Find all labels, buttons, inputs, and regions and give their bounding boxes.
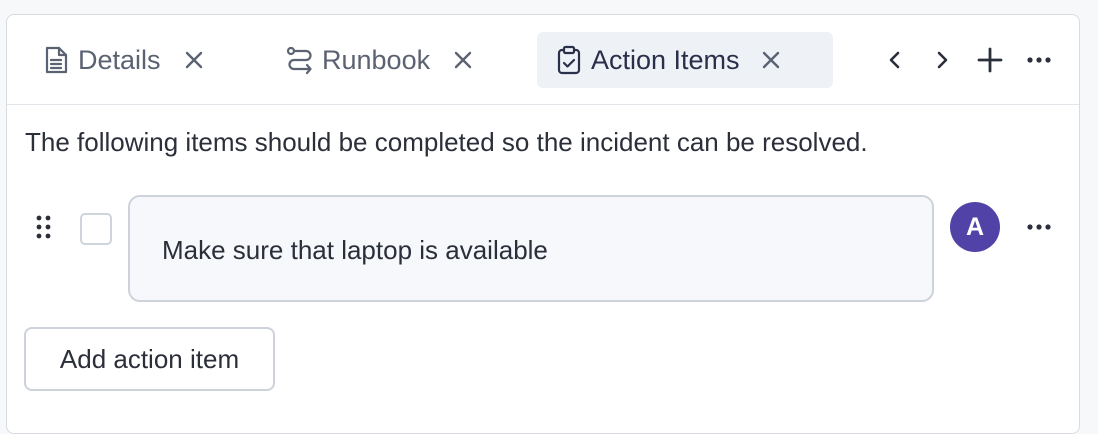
tab-label: Action Items bbox=[591, 44, 740, 75]
clipboard-check-icon bbox=[554, 45, 584, 75]
document-icon bbox=[41, 45, 71, 75]
route-icon bbox=[285, 45, 315, 75]
add-action-item-button[interactable]: Add action item bbox=[24, 327, 275, 391]
chevron-left-icon[interactable] bbox=[880, 44, 910, 76]
plus-icon[interactable] bbox=[975, 44, 1005, 76]
intro-text: The following items should be completed … bbox=[25, 127, 868, 157]
avatar[interactable]: A bbox=[950, 202, 1000, 252]
item-more-icon[interactable] bbox=[1024, 212, 1054, 242]
close-icon[interactable] bbox=[181, 47, 207, 73]
close-icon[interactable] bbox=[450, 47, 476, 73]
tab-details[interactable]: Details bbox=[41, 32, 231, 88]
close-icon[interactable] bbox=[758, 47, 784, 73]
tab-label: Runbook bbox=[322, 44, 431, 75]
action-item-checkbox[interactable] bbox=[80, 213, 112, 245]
tab-label: Details bbox=[78, 44, 161, 75]
action-item-text: Make sure that laptop is available bbox=[162, 235, 548, 265]
tab-bar: Details Runbook Action Items bbox=[7, 15, 1079, 105]
tab-runbook[interactable]: Runbook bbox=[285, 32, 500, 88]
action-item-input[interactable]: Make sure that laptop is available bbox=[128, 195, 934, 302]
incident-panel: Details Runbook Action Items The followi… bbox=[6, 14, 1080, 434]
more-horizontal-icon[interactable] bbox=[1024, 44, 1054, 76]
chevron-right-icon[interactable] bbox=[927, 44, 957, 76]
tab-action-items[interactable]: Action Items bbox=[537, 32, 833, 88]
drag-handle-icon[interactable] bbox=[35, 214, 53, 240]
